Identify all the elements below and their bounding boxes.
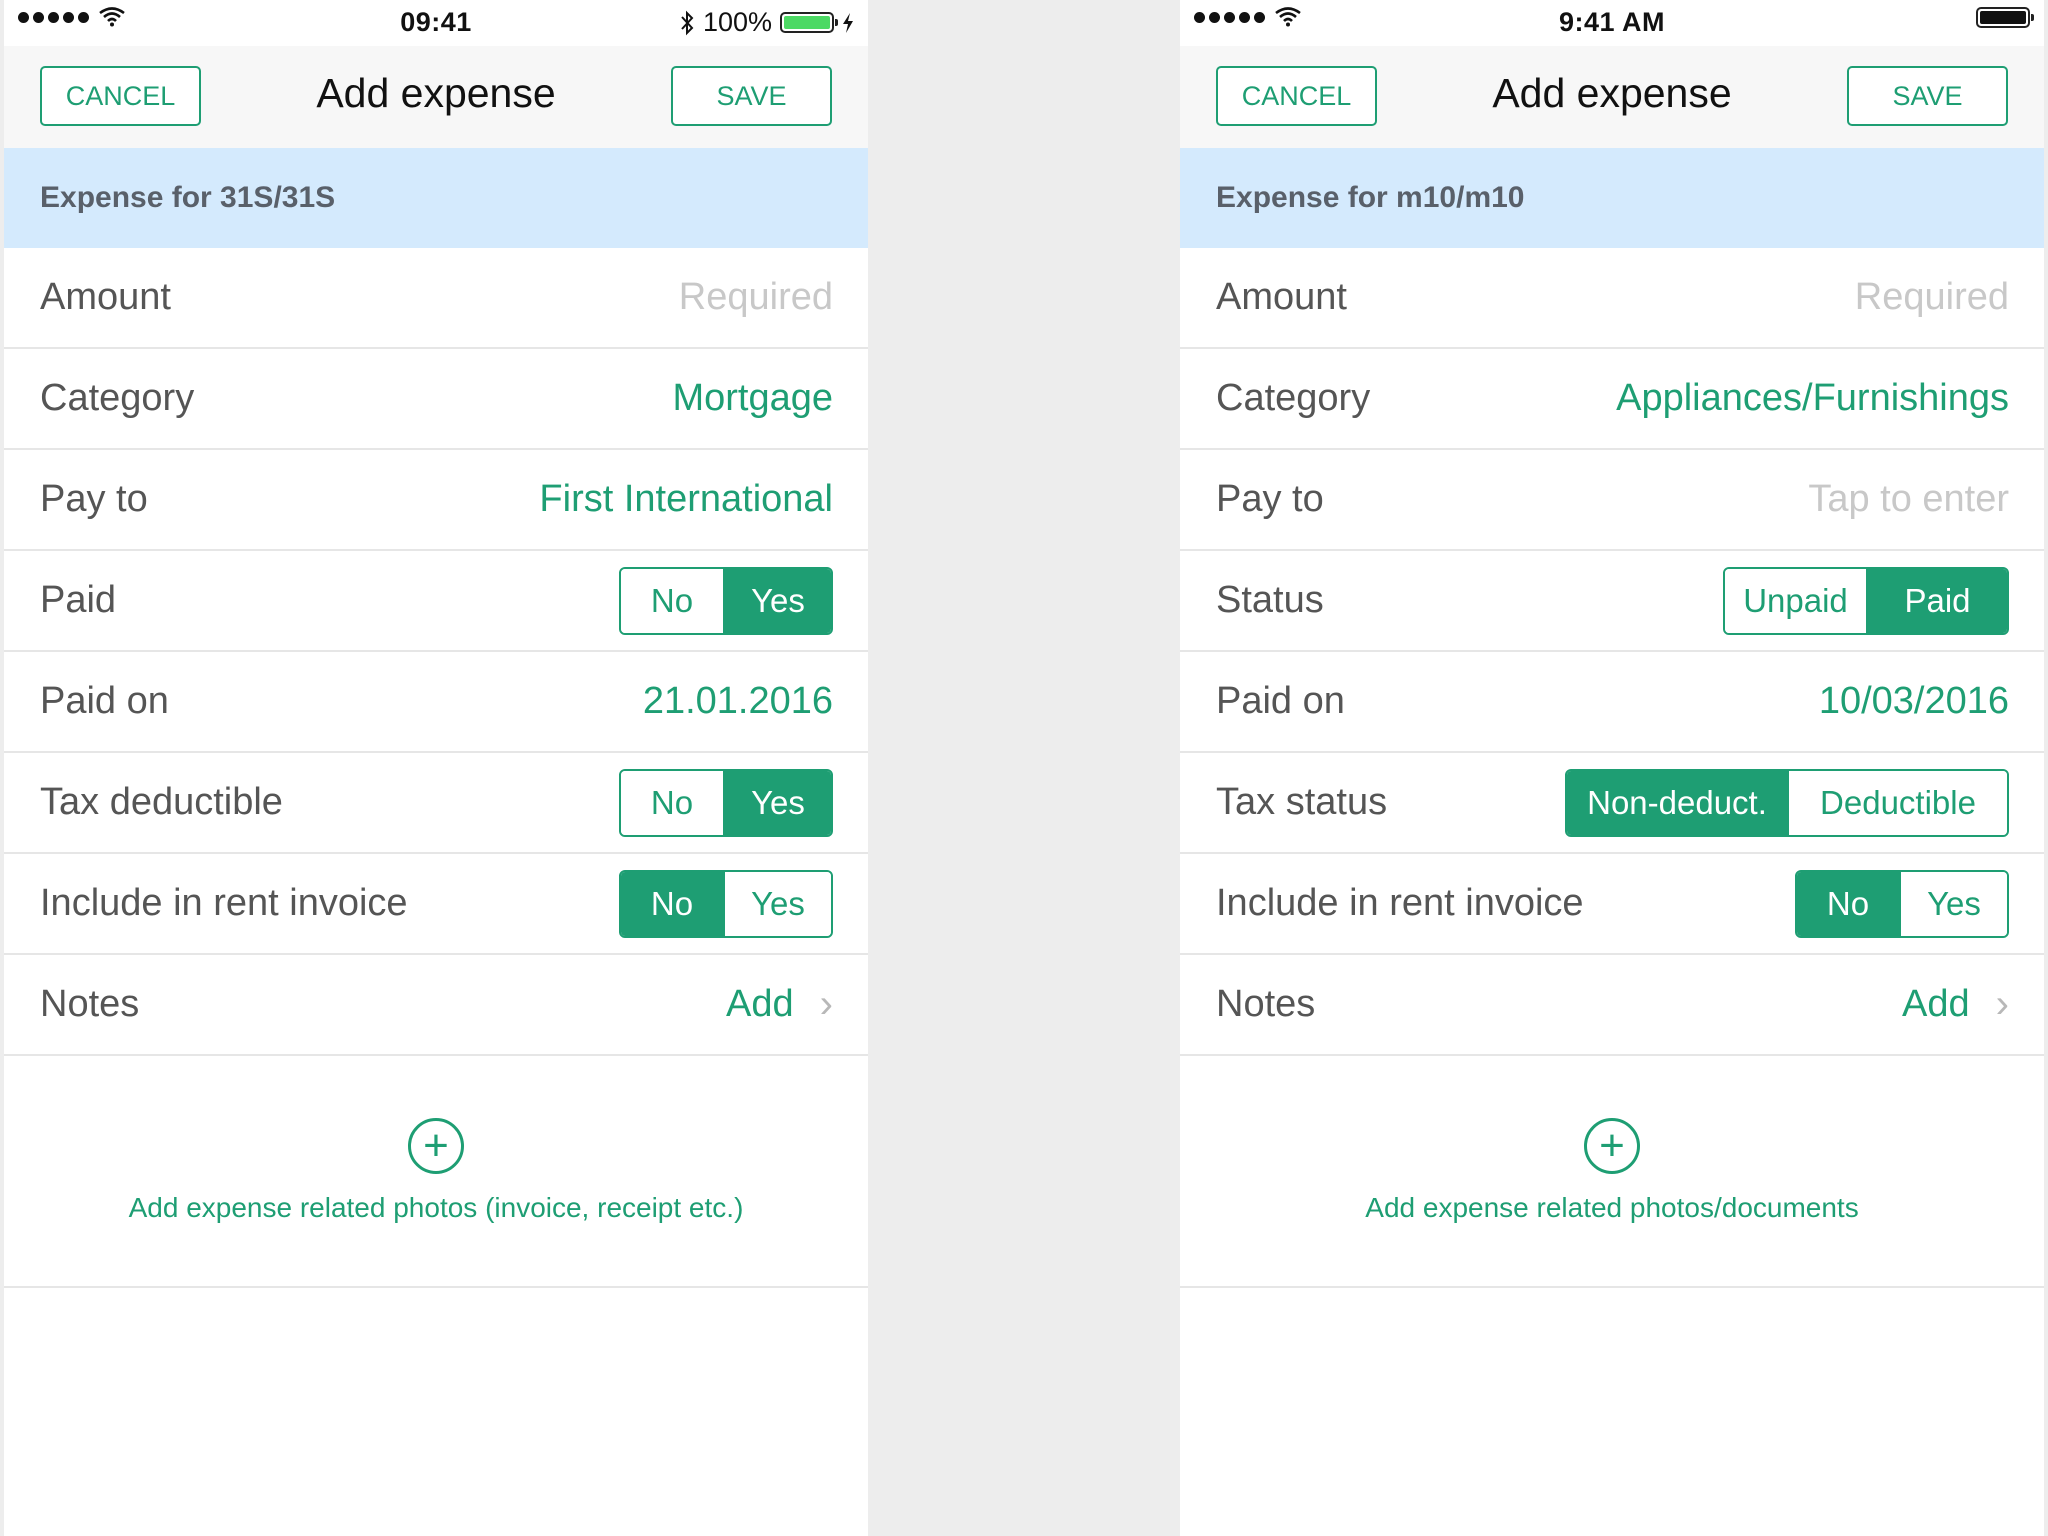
amount-field[interactable]: Required: [679, 276, 833, 319]
add-circle-icon[interactable]: +: [408, 1118, 464, 1174]
amount-label: Amount: [1216, 276, 1347, 318]
paid-on-row[interactable]: Paid on 10/03/2016: [1180, 652, 2044, 753]
pay-to-value[interactable]: First International: [539, 478, 833, 521]
paid-on-label: Paid on: [40, 680, 169, 722]
rent-invoice-label: Include in rent invoice: [1216, 882, 1584, 924]
tax-nondeduct-option[interactable]: Non-deduct.: [1567, 770, 1787, 835]
status-segmented-control: Unpaid Paid: [1723, 566, 2009, 635]
chevron-right-icon: ›: [1995, 982, 2009, 1026]
pay-to-row[interactable]: Pay to First International: [4, 450, 868, 551]
rent-invoice-row: Include in rent invoice No Yes: [4, 854, 868, 955]
tax-deductible-row: Tax deductible No Yes: [4, 753, 868, 854]
phone-screen-left: 09:41 100% CANCEL Add expense SAVE Expen…: [4, 0, 868, 1536]
battery-icon: [1976, 7, 2034, 28]
tax-no-option[interactable]: No: [621, 770, 723, 835]
tax-status-label: Tax status: [1216, 781, 1388, 823]
notes-row[interactable]: Notes Add ›: [4, 955, 868, 1056]
rent-yes-option[interactable]: Yes: [723, 871, 831, 936]
paid-row: Paid No Yes: [4, 551, 868, 652]
rent-yes-option[interactable]: Yes: [1899, 871, 2007, 936]
amount-label: Amount: [40, 276, 171, 318]
status-paid-option[interactable]: Paid: [1866, 568, 2007, 633]
notes-label: Notes: [1216, 983, 1316, 1025]
chevron-right-icon: ›: [819, 982, 833, 1026]
pay-to-label: Pay to: [1216, 478, 1324, 520]
status-label: Status: [1216, 579, 1324, 621]
tax-status-segmented-control: Non-deduct. Deductible: [1565, 768, 2009, 837]
paid-on-label: Paid on: [1216, 680, 1345, 722]
notes-row[interactable]: Notes Add ›: [1180, 955, 2044, 1056]
charging-bolt-icon: [843, 12, 853, 33]
add-photos-area[interactable]: + Add expense related photos (invoice, r…: [4, 1056, 868, 1288]
add-photos-link[interactable]: Add expense related photos/documents: [1365, 1192, 1858, 1224]
rent-invoice-label: Include in rent invoice: [40, 882, 408, 924]
add-photos-link[interactable]: Add expense related photos (invoice, rec…: [129, 1192, 744, 1224]
status-unpaid-option[interactable]: Unpaid: [1725, 568, 1866, 633]
status-bar: 09:41 100%: [4, 0, 868, 46]
tax-deductible-segmented-control: No Yes: [619, 768, 833, 837]
rent-invoice-row: Include in rent invoice No Yes: [1180, 854, 2044, 955]
nav-bar: CANCEL Add expense SAVE: [1180, 46, 2044, 148]
rent-no-option[interactable]: No: [621, 871, 723, 936]
notes-add-link[interactable]: Add: [726, 983, 794, 1026]
amount-row[interactable]: Amount Required: [1180, 248, 2044, 349]
rent-no-option[interactable]: No: [1797, 871, 1899, 936]
add-photos-area[interactable]: + Add expense related photos/documents: [1180, 1056, 2044, 1288]
category-label: Category: [1216, 377, 1371, 419]
expense-for-banner: Expense for m10/m10: [1180, 148, 2044, 248]
battery-percent: 100%: [702, 7, 772, 37]
rent-invoice-segmented-control: No Yes: [619, 869, 833, 938]
category-row[interactable]: Category Appliances/Furnishings: [1180, 349, 2044, 450]
battery-icon: [780, 12, 838, 33]
add-circle-icon[interactable]: +: [1584, 1118, 1640, 1174]
save-button[interactable]: SAVE: [1847, 66, 2008, 126]
paid-yes-option[interactable]: Yes: [723, 568, 831, 633]
paid-label: Paid: [40, 579, 117, 621]
paid-on-row[interactable]: Paid on 21.01.2016: [4, 652, 868, 753]
amount-row[interactable]: Amount Required: [4, 248, 868, 349]
tax-deductible-option[interactable]: Deductible: [1787, 770, 2007, 835]
pay-to-row[interactable]: Pay to Tap to enter: [1180, 450, 2044, 551]
status-bar: 9:41 AM: [1180, 0, 2044, 46]
paid-on-date[interactable]: 10/03/2016: [1819, 680, 2009, 723]
notes-add-link[interactable]: Add: [1902, 983, 1970, 1026]
phone-screen-right: 9:41 AM CANCEL Add expense SAVE Expense …: [1180, 0, 2044, 1536]
expense-for-banner: Expense for 31S/31S: [4, 148, 868, 248]
tax-yes-option[interactable]: Yes: [723, 770, 831, 835]
save-button[interactable]: SAVE: [671, 66, 832, 126]
status-time: 9:41 AM: [1558, 7, 1666, 37]
category-value[interactable]: Mortgage: [672, 377, 833, 420]
bluetooth-icon: [681, 10, 694, 35]
pay-to-label: Pay to: [40, 478, 148, 520]
tax-deductible-label: Tax deductible: [40, 781, 283, 823]
paid-segmented-control: No Yes: [619, 566, 833, 635]
tax-status-row: Tax status Non-deduct. Deductible: [1180, 753, 2044, 854]
paid-on-date[interactable]: 21.01.2016: [643, 680, 833, 723]
amount-field[interactable]: Required: [1855, 276, 2009, 319]
paid-no-option[interactable]: No: [621, 568, 723, 633]
category-label: Category: [40, 377, 195, 419]
category-value[interactable]: Appliances/Furnishings: [1616, 377, 2009, 420]
nav-bar: CANCEL Add expense SAVE: [4, 46, 868, 148]
status-row: Status Unpaid Paid: [1180, 551, 2044, 652]
notes-label: Notes: [40, 983, 140, 1025]
category-row[interactable]: Category Mortgage: [4, 349, 868, 450]
rent-invoice-segmented-control: No Yes: [1795, 869, 2009, 938]
pay-to-field[interactable]: Tap to enter: [1808, 478, 2009, 521]
